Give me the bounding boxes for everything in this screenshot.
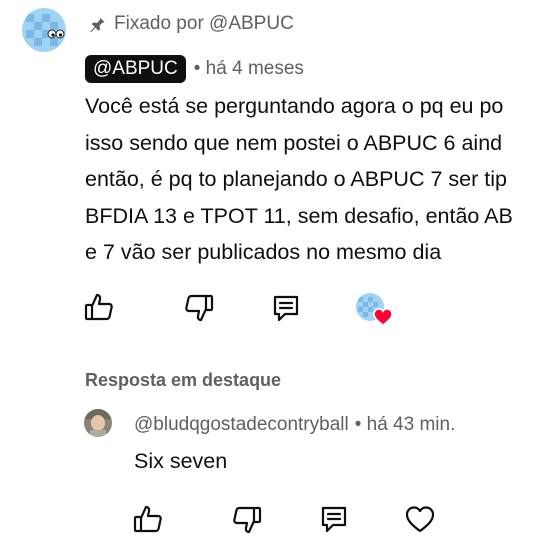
comment-timestamp: • há 4 meses — [193, 58, 304, 79]
featured-reply-label: Resposta em destaque — [85, 370, 282, 390]
reply-reply-button[interactable] — [318, 503, 350, 535]
comment-body: Você está se perguntando agora o pq eu p… — [85, 88, 560, 271]
thumbs-up-icon — [84, 293, 113, 321]
comment-thread: Fixado por @ABPUC @ABPUC • há 4 meses Vo… — [0, 0, 560, 560]
comment-line: então, é pq to planejando o ABPUC 7 ser … — [85, 167, 507, 191]
thumbs-up-icon — [133, 505, 162, 533]
comment-header: @ABPUC • há 4 meses — [85, 54, 304, 84]
reply-dislike-button[interactable] — [231, 504, 263, 536]
comment-line: Você está se perguntando agora o pq eu p… — [85, 94, 504, 118]
thumbs-down-icon — [233, 506, 262, 534]
comment-line: e 7 vão ser publicados no mesmo dia — [85, 240, 442, 264]
reply-header: @bludqgostadecontryball • há 43 min. — [134, 414, 455, 436]
reply-author-avatar[interactable] — [84, 409, 112, 437]
reply-body: Six seven — [134, 449, 228, 473]
pinned-indicator: Fixado por @ABPUC — [88, 12, 294, 36]
reply-comment-icon — [321, 506, 347, 533]
thumbs-down-icon — [185, 294, 214, 322]
like-button[interactable] — [83, 291, 115, 323]
author-handle[interactable]: @ABPUC — [85, 55, 186, 83]
comment-line: BFDIA 13 e TPOT 11, sem desafio, então A… — [85, 203, 513, 228]
author-avatar[interactable] — [22, 8, 66, 52]
creator-heart-icon — [373, 308, 393, 326]
comment-line: isso sendo que nem postei o ABPUC 6 aind — [85, 130, 503, 155]
pin-icon — [88, 14, 106, 34]
creator-heart-badge — [356, 291, 393, 327]
reply-comment-icon — [273, 295, 299, 322]
reply-heart-button[interactable] — [404, 503, 436, 535]
reply-timestamp: • há 43 min. — [354, 414, 456, 435]
pinned-label: Fixado por @ABPUC — [114, 13, 294, 34]
dislike-button[interactable] — [183, 292, 215, 324]
reply-author-handle[interactable]: @bludqgostadecontryball — [134, 414, 349, 436]
heart-outline-icon — [405, 506, 435, 533]
reply-like-button[interactable] — [132, 503, 164, 535]
reply-button[interactable] — [270, 292, 302, 324]
